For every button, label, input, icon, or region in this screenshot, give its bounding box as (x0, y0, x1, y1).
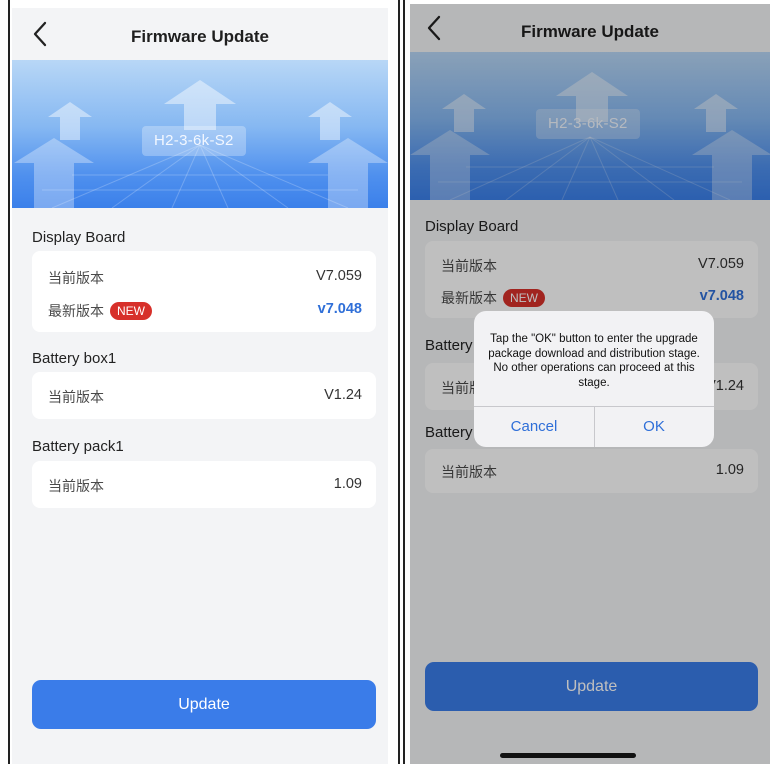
new-badge: NEW (110, 302, 152, 320)
firmware-update-screen: Firmware Update H2-3-6k-S2 Display Board (12, 8, 388, 764)
confirm-dialog: Tap the "OK" button to enter the upgrade… (474, 311, 714, 447)
display-board-card: 当前版本 V7.059 最新版本 NEW v7.048 (32, 251, 376, 332)
version-row-current: 当前版本 V1.24 (48, 387, 362, 407)
version-label: 最新版本 (48, 303, 104, 319)
version-label: 当前版本 (48, 389, 104, 405)
device-banner: H2-3-6k-S2 (12, 60, 388, 208)
update-button[interactable]: Update (32, 680, 376, 729)
latest-version-value: v7.048 (317, 301, 362, 317)
frame-border-middle (398, 0, 400, 764)
version-label: 当前版本 (48, 478, 104, 494)
frame-border-right (403, 0, 405, 764)
version-row-current: 当前版本 1.09 (48, 476, 362, 496)
home-indicator[interactable] (500, 753, 636, 758)
battery-pack-card: 当前版本 1.09 (32, 461, 376, 508)
version-row-current: 当前版本 V7.059 (48, 268, 362, 288)
frame-border-left (8, 0, 10, 764)
navigation-bar: Firmware Update (12, 8, 388, 60)
version-label-with-badge: 最新版本 NEW (48, 301, 152, 321)
version-row-latest: 最新版本 NEW v7.048 (48, 301, 362, 321)
dialog-message: Tap the "OK" button to enter the upgrade… (488, 333, 700, 389)
battery-box-card: 当前版本 V1.24 (32, 372, 376, 419)
device-model-chip: H2-3-6k-S2 (142, 126, 246, 156)
cancel-button[interactable]: Cancel (474, 407, 594, 447)
page-title: Firmware Update (131, 27, 269, 46)
version-label: 当前版本 (48, 270, 104, 286)
ok-button[interactable]: OK (594, 407, 714, 447)
section-title-battery-pack: Battery pack1 (32, 438, 124, 455)
firmware-update-screen-confirm: Firmware Update H2-3-6k-S2 Display Board (410, 4, 770, 764)
version-value: V1.24 (324, 387, 362, 403)
section-title-display-board: Display Board (32, 229, 126, 246)
version-value: V7.059 (316, 268, 362, 284)
section-title-battery-box: Battery box1 (32, 350, 117, 367)
version-value: 1.09 (333, 476, 362, 492)
